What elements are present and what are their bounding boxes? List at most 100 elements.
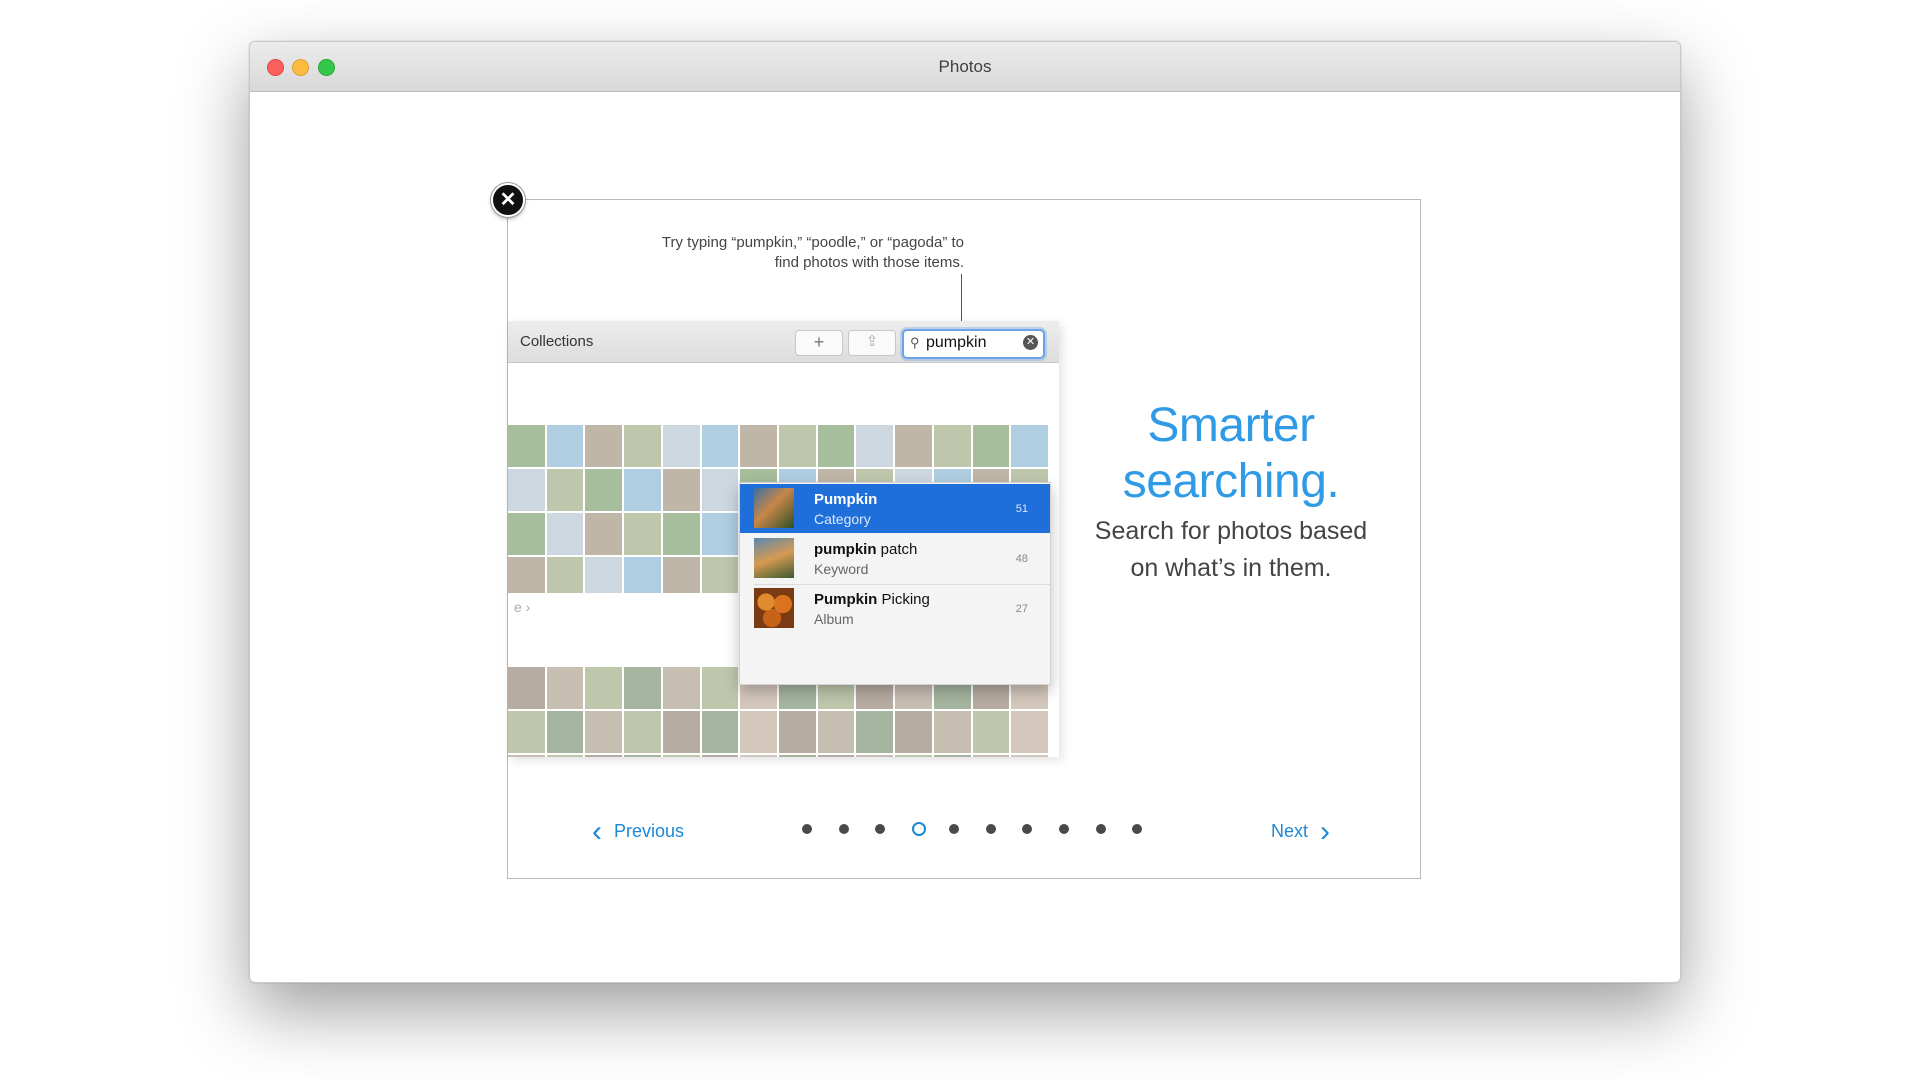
search-field[interactable]: ⚲ ✕ [902, 329, 1045, 359]
page-dot[interactable] [1022, 824, 1033, 834]
collections-title: Collections [520, 333, 594, 350]
photo-thumbnail [817, 711, 855, 753]
photo-thumbnail [624, 755, 661, 757]
add-button[interactable]: + [795, 330, 843, 356]
photos-window: Photos ✕ Try typing “pumpkin,” “poodle,”… [249, 41, 1681, 983]
photo-thumbnail [624, 513, 661, 555]
photo-thumbnail [585, 425, 623, 467]
previous-label: Previous [614, 821, 685, 841]
photo-thumbnail [701, 711, 739, 753]
photo-thumbnail [856, 711, 894, 753]
photo-thumbnail [585, 711, 623, 753]
photo-thumbnail [933, 711, 971, 753]
photo-thumbnail [740, 755, 777, 757]
photo-thumbnail [779, 425, 816, 467]
photo-thumbnail [508, 557, 545, 593]
mini-photos-app: Collections + ⇪ ⚲ ✕ e › ▶ + PumpkinC [508, 321, 1059, 757]
suggestion-item[interactable]: Pumpkin Category 51 [740, 484, 1050, 533]
photo-thumbnail [508, 755, 545, 757]
photo-thumbnail [856, 755, 894, 757]
photo-thumbnail [701, 513, 739, 555]
photo-thumbnail [546, 711, 584, 753]
suggestion-name: pumpkin patch [814, 541, 918, 558]
photo-thumbnail [585, 755, 623, 757]
pumpkins-photo-icon [754, 588, 794, 628]
suggestion-count: 27 [1015, 603, 1028, 615]
photo-thumbnail [701, 469, 739, 511]
photo-thumbnail [895, 425, 932, 467]
clear-search-icon[interactable]: ✕ [1023, 335, 1038, 350]
hero-title-line-2: searching. [1122, 455, 1340, 508]
photo-thumbnail [546, 513, 584, 555]
tip-line-1: Try typing “pumpkin,” “poodle,” or “pago… [661, 234, 964, 251]
section-chevron[interactable]: e › [514, 599, 530, 615]
photo-thumbnail [585, 469, 623, 511]
photo-thumbnail [662, 755, 700, 757]
photo-thumbnail [624, 469, 661, 511]
photo-thumbnail [972, 755, 1010, 757]
tutorial-navigation: ‹ Previous Next › [508, 797, 1420, 857]
photo-thumbnail [624, 711, 661, 753]
hero-text: Smarter searching. Search for photos bas… [1048, 398, 1414, 584]
pumpkin-patch-photo-icon [754, 538, 794, 578]
page-dot[interactable] [985, 824, 996, 834]
photo-thumbnail [701, 755, 739, 757]
hero-title-line-1: Smarter [1147, 399, 1315, 452]
close-tutorial-icon[interactable]: ✕ [491, 183, 525, 217]
photo-thumbnail [933, 755, 971, 757]
next-button[interactable]: Next › [1271, 811, 1331, 848]
chevron-left-icon: ‹ [592, 815, 602, 848]
share-button[interactable]: ⇪ [848, 330, 896, 356]
photo-thumbnail [740, 711, 777, 753]
photo-thumbnail [508, 667, 545, 709]
suggestion-type: Album [814, 611, 854, 627]
suggestion-item[interactable]: pumpkin patch Keyword 48 [740, 534, 1050, 583]
page-dot[interactable] [1095, 824, 1106, 834]
photo-thumbnail [662, 557, 700, 593]
chevron-right-icon: › [1320, 815, 1331, 848]
photo-thumbnail [624, 557, 661, 593]
photo-thumbnail [546, 667, 584, 709]
pumpkin-photo-icon [754, 488, 794, 528]
search-icon: ⚲ [910, 335, 920, 350]
photo-thumbnail [972, 711, 1010, 753]
photo-thumbnail [662, 513, 700, 555]
photo-thumbnail [895, 755, 932, 757]
photo-thumbnail [856, 425, 894, 467]
photo-thumbnail [508, 711, 545, 753]
page-dot[interactable] [912, 822, 927, 836]
page-dot[interactable] [1058, 824, 1069, 834]
photo-thumbnail [1011, 425, 1048, 467]
search-input[interactable] [926, 333, 1016, 353]
hero-subtitle-line-1: Search for photos based [1094, 517, 1368, 545]
tutorial-panel: Try typing “pumpkin,” “poodle,” or “pago… [507, 199, 1421, 879]
photo-thumbnail [508, 425, 545, 467]
photo-thumbnail [895, 711, 932, 753]
photo-thumbnail [585, 557, 623, 593]
page-dot[interactable] [1132, 824, 1143, 834]
page-dot[interactable] [948, 824, 959, 834]
suggestion-type: Category [814, 511, 871, 527]
page-dot[interactable] [838, 824, 849, 834]
photo-thumbnail [817, 755, 855, 757]
photo-thumbnail [817, 425, 855, 467]
photo-thumbnail [508, 469, 545, 511]
search-suggestions: Pumpkin Category 51 pumpkin patch Keyword 48 P… [739, 482, 1051, 685]
photo-thumbnail [701, 425, 739, 467]
page-dot[interactable] [802, 824, 812, 834]
photo-thumbnail [662, 425, 700, 467]
suggestion-item[interactable]: Pumpkin Picking Album 27 [740, 584, 1050, 633]
photo-thumbnail [624, 425, 661, 467]
mini-toolbar: Collections + ⇪ ⚲ ✕ [508, 321, 1059, 363]
hero-subtitle-line-2: on what’s in them. [1130, 554, 1332, 582]
previous-button[interactable]: ‹ Previous [592, 811, 685, 848]
title-bar: Photos [250, 42, 1680, 92]
photo-thumbnail [546, 557, 584, 593]
tip-line-2: find photos with those items. [774, 254, 964, 271]
page-dot[interactable] [875, 824, 886, 834]
photo-thumbnail [662, 711, 700, 753]
photo-thumbnail [546, 469, 584, 511]
photo-thumbnail [779, 711, 816, 753]
photo-thumbnail [624, 667, 661, 709]
photo-thumbnail [546, 425, 584, 467]
